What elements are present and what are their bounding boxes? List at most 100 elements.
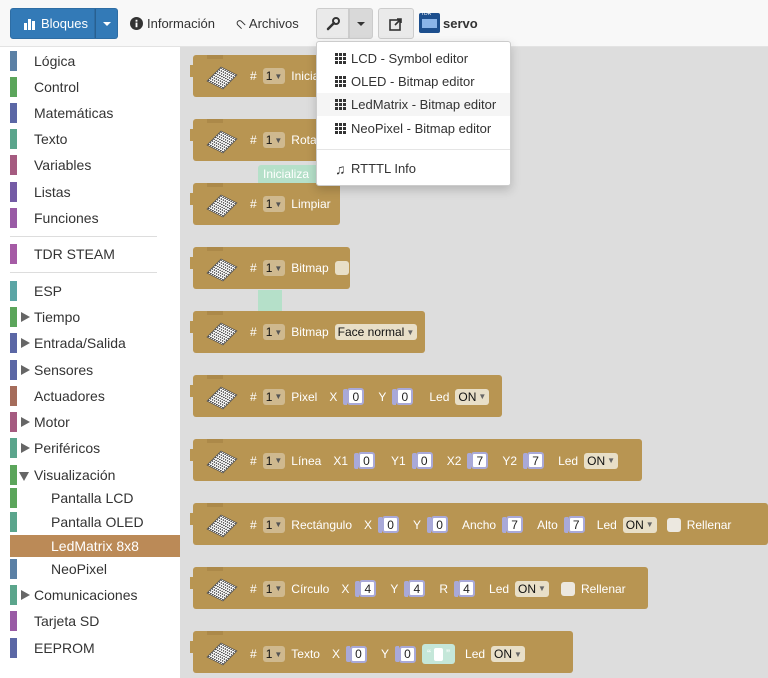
sidebar-item-entrada-salida[interactable]: Entrada/Salida (10, 332, 180, 354)
face-dropdown[interactable]: Face normal ▼ (334, 324, 418, 340)
blocks-dropdown-toggle[interactable] (95, 8, 118, 39)
led-state-dropdown[interactable]: ON ▼ (491, 646, 525, 662)
sidebar-item-lógica[interactable]: Lógica (10, 50, 180, 72)
files-button[interactable]: ⊂ Archivos (232, 8, 299, 39)
led-state-dropdown[interactable]: ON ▼ (515, 580, 549, 597)
y-input[interactable]: 0 (431, 516, 449, 533)
ledmatrix-rectangle-block[interactable]: # 1 ▼ Rectángulo X 0 Y 0 Ancho 7 Alto 7 L… (190, 503, 768, 545)
collapsed-arrow-icon[interactable] (21, 590, 30, 600)
ledmatrix-circle-block[interactable]: # 1 ▼ Círculo X 4 Y 4 R 4 Led ON ▼ Rellena… (190, 567, 648, 609)
x-input[interactable]: 4 (359, 580, 377, 597)
sidebar-item-pantalla-oled[interactable]: Pantalla OLED (10, 511, 180, 533)
matrix-number-dropdown[interactable]: 1 ▼ (262, 324, 286, 340)
ledmatrix-init-block[interactable]: # 1 ▼ Inicial (190, 55, 322, 97)
menu-item-neopixel-bitmap-editor[interactable]: NeoPixel - Bitmap editor (317, 117, 510, 140)
sidebar-item-tarjeta-sd[interactable]: Tarjeta SD (10, 610, 180, 632)
tools-button[interactable] (316, 8, 349, 39)
category-color-bar (10, 281, 17, 301)
category-color-bar (10, 244, 17, 264)
sidebar-item-variables[interactable]: Variables (10, 154, 180, 176)
x-input[interactable]: 0 (347, 388, 365, 405)
matrix-number-dropdown[interactable]: 1 ▼ (262, 580, 286, 597)
matrix-number-dropdown[interactable]: 1 ▼ (262, 132, 286, 148)
export-button[interactable] (378, 8, 414, 39)
x-input[interactable]: 0 (382, 516, 400, 533)
collapsed-arrow-icon[interactable] (21, 443, 30, 453)
category-color-bar (10, 559, 17, 579)
ledmatrix-face-bitmap-block[interactable]: # 1 ▼ Bitmap Face normal ▼ (190, 311, 425, 353)
ledmatrix-clear-block[interactable]: # 1 ▼ Limpiar (190, 183, 340, 225)
block-label: Bitmap (291, 261, 329, 275)
blocks-button[interactable]: Bloques (10, 8, 95, 39)
expanded-arrow-icon[interactable] (19, 472, 29, 481)
sidebar-item-actuadores[interactable]: Actuadores (10, 385, 180, 407)
category-label: Sensores (34, 362, 94, 378)
sidebar-item-control[interactable]: Control (10, 76, 180, 98)
ledmatrix-line-block[interactable]: # 1 ▼ Línea X1 0 Y1 0 X2 7 Y2 7 Led ON ▼ (190, 439, 642, 481)
led-state-dropdown[interactable]: ON ▼ (455, 388, 490, 405)
radius-input[interactable]: 4 (458, 580, 476, 597)
menu-item-rtttl-info[interactable]: ♫ RTTTL Info (317, 157, 510, 180)
matrix-number-dropdown[interactable]: 1 ▼ (262, 388, 286, 405)
y-input[interactable]: 4 (408, 580, 426, 597)
sidebar-item-matemáticas[interactable]: Matemáticas (10, 102, 180, 124)
ledmatrix-bitmap-block[interactable]: # 1 ▼ Bitmap (190, 247, 350, 289)
menu-item-oled-bitmap-editor[interactable]: OLED - Bitmap editor (317, 70, 510, 93)
collapsed-arrow-icon[interactable] (21, 365, 30, 375)
sidebar-item-tdr-steam[interactable]: TDR STEAM (10, 243, 180, 265)
sidebar-item-texto[interactable]: Texto (10, 128, 180, 150)
width-input[interactable]: 7 (506, 516, 524, 533)
ledmatrix-text-block[interactable]: # 1 ▼ Texto X 0 Y 0 “ ” Led ON ▼ (190, 631, 573, 673)
sidebar-item-periféricos[interactable]: Periféricos (10, 437, 180, 459)
sidebar-item-visualización[interactable]: Visualización (10, 464, 180, 486)
collapsed-arrow-icon[interactable] (21, 417, 30, 427)
grid-icon (335, 53, 346, 64)
sidebar-item-motor[interactable]: Motor (10, 411, 180, 433)
led-matrix-icon (206, 386, 238, 410)
sidebar-item-tiempo[interactable]: Tiempo (10, 306, 180, 328)
led-state-dropdown[interactable]: ON ▼ (584, 452, 619, 469)
y-input[interactable]: 0 (399, 645, 417, 663)
collapsed-arrow-icon[interactable] (21, 338, 30, 348)
ledmatrix-pixel-block[interactable]: # 1 ▼ Pixel X 0 Y 0 Led ON ▼ (190, 375, 502, 417)
led-matrix-icon (206, 322, 238, 346)
x2-input[interactable]: 7 (471, 452, 489, 469)
sidebar-item-funciones[interactable]: Funciones (10, 207, 180, 229)
info-button[interactable]: Información (130, 8, 215, 39)
sidebar-item-pantalla-lcd[interactable]: Pantalla LCD (10, 487, 180, 509)
fill-checkbox[interactable] (666, 517, 681, 532)
sidebar-item-esp[interactable]: ESP (10, 280, 180, 302)
led-state-dropdown[interactable]: ON ▼ (622, 516, 657, 533)
x-input[interactable]: 0 (350, 645, 367, 663)
category-color-bar (10, 585, 17, 605)
text-input[interactable] (434, 647, 444, 661)
collapsed-arrow-icon[interactable] (21, 312, 30, 322)
menu-item-lcd-symbol-editor[interactable]: LCD - Symbol editor (317, 47, 510, 70)
sidebar-item-sensores[interactable]: Sensores (10, 359, 180, 381)
matrix-number-dropdown[interactable]: 1 ▼ (262, 646, 286, 662)
matrix-number-dropdown[interactable]: 1 ▼ (262, 68, 286, 84)
y1-input[interactable]: 0 (415, 452, 433, 469)
height-input[interactable]: 7 (567, 516, 585, 533)
matrix-number-dropdown[interactable]: 1 ▼ (262, 516, 286, 533)
sidebar-item-listas[interactable]: Listas (10, 181, 180, 203)
tools-dropdown-toggle[interactable] (349, 8, 373, 39)
category-separator (10, 272, 157, 273)
matrix-number-dropdown[interactable]: 1 ▼ (262, 452, 286, 469)
text-string-block[interactable]: “ ” (422, 644, 456, 664)
sidebar-item-eeprom[interactable]: EEPROM (10, 637, 180, 659)
matrix-number-dropdown[interactable]: 1 ▼ (262, 196, 286, 212)
y-input[interactable]: 0 (396, 388, 414, 405)
sidebar-item-neopixel[interactable]: NeoPixel (10, 558, 180, 580)
category-color-bar (10, 77, 17, 97)
sidebar-item-comunicaciones[interactable]: Comunicaciones (10, 584, 180, 606)
ledmatrix-rotate-block[interactable]: # 1 ▼ Rota (190, 119, 321, 161)
category-color-bar (10, 129, 17, 149)
bitmap-field[interactable] (334, 261, 349, 275)
sidebar-item-ledmatrix-8x8[interactable]: LedMatrix 8x8 (10, 535, 180, 557)
y2-input[interactable]: 7 (527, 452, 545, 469)
x1-input[interactable]: 0 (358, 452, 376, 469)
fill-checkbox[interactable] (560, 581, 575, 596)
matrix-number-dropdown[interactable]: 1 ▼ (262, 260, 286, 276)
menu-item-ledmatrix-bitmap-editor[interactable]: LedMatrix - Bitmap editor (317, 93, 510, 116)
